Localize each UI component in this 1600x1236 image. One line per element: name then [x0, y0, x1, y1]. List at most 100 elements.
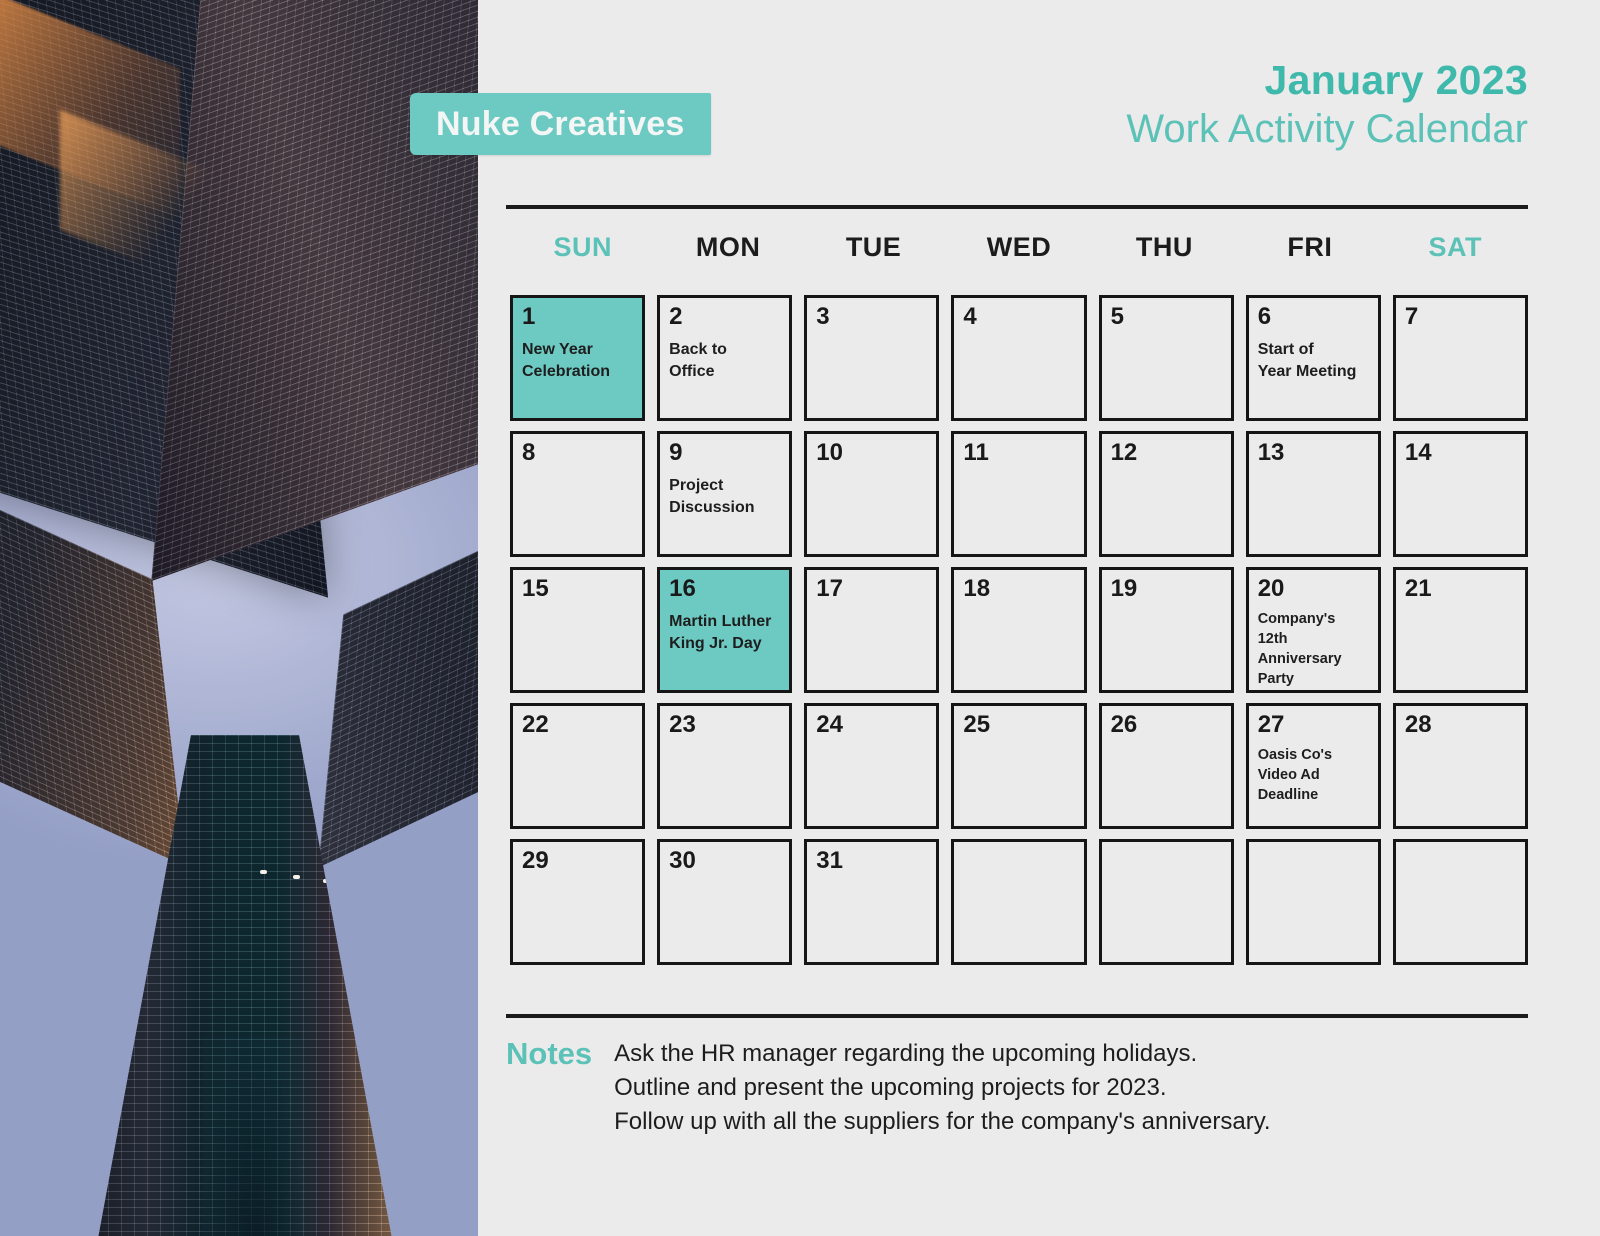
day-number: 31 [816, 847, 843, 874]
calendar-day-cell[interactable]: 13 [1245, 431, 1381, 557]
day-number: 14 [1404, 439, 1432, 466]
calendar-day-cell[interactable]: 30 [657, 839, 793, 965]
notes-lines: Ask the HR manager regarding the upcomin… [614, 1035, 1270, 1139]
calendar-grid: 1 New Year Celebration 2 Back to Office 3 4 5 6… [510, 295, 1528, 965]
weekday-thu: THU [1135, 232, 1193, 262]
calendar-empty-cell[interactable] [1098, 839, 1234, 965]
day-number: 10 [816, 439, 843, 466]
calendar-day-cell[interactable]: 24 [804, 703, 940, 829]
calendar-day-cell[interactable]: 4 [951, 295, 1087, 421]
day-number: 8 [522, 439, 536, 466]
weekday-header-row: SUN MON TUE WED THU FRI SAT [510, 232, 1528, 263]
day-number: 6 [1257, 303, 1272, 330]
calendar-subtitle: Work Activity Calendar [1126, 107, 1528, 152]
calendar-day-cell[interactable]: 14 [1392, 431, 1528, 557]
day-number: 28 [1404, 711, 1432, 738]
calendar-day-cell[interactable]: 25 [951, 703, 1087, 829]
weekday-tue: TUE [845, 232, 902, 262]
calendar-day-cell[interactable]: 2 Back to Office [657, 295, 793, 421]
day-number: 18 [963, 575, 991, 602]
day-number: 29 [522, 847, 549, 874]
day-number: 16 [669, 575, 696, 602]
weekday-sun: SUN [553, 232, 612, 262]
calendar-day-cell[interactable]: 15 [510, 567, 646, 693]
calendar-day-cell[interactable]: 29 [510, 839, 646, 965]
day-number: 5 [1110, 303, 1124, 330]
day-number: 20 [1257, 575, 1285, 602]
calendar-day-cell[interactable]: 11 [951, 431, 1087, 557]
day-event-label: Martin Luther King Jr. Day [669, 613, 772, 652]
day-number: 9 [669, 439, 683, 466]
calendar-content: Nuke Creatives January 2023 Work Activit… [410, 0, 1600, 1236]
note-line: Outline and present the upcoming project… [614, 1074, 1167, 1102]
calendar-day-cell[interactable]: 1 New Year Celebration [510, 295, 646, 421]
calendar-day-cell[interactable]: 26 [1098, 703, 1234, 829]
calendar-empty-cell[interactable] [951, 839, 1087, 965]
window-glint [293, 875, 300, 879]
calendar-empty-cell[interactable] [1392, 839, 1528, 965]
day-number: 19 [1110, 575, 1138, 602]
calendar-day-cell[interactable]: 31 [804, 839, 940, 965]
calendar-day-cell[interactable]: 19 [1098, 567, 1234, 693]
day-number: 11 [963, 439, 989, 466]
day-number: 21 [1404, 575, 1432, 602]
calendar-day-cell[interactable]: 22 [510, 703, 646, 829]
calendar-page: Nuke Creatives January 2023 Work Activit… [0, 0, 1600, 1236]
calendar-day-cell[interactable]: 17 [804, 567, 940, 693]
window-glint [260, 870, 267, 874]
brand-logo-text: Nuke Creatives [436, 104, 685, 143]
header-divider [506, 205, 1528, 209]
day-number: 4 [963, 303, 977, 330]
day-number: 13 [1257, 439, 1285, 466]
day-number: 7 [1404, 303, 1419, 330]
calendar-day-cell[interactable]: 28 [1392, 703, 1528, 829]
brand-logo-badge: Nuke Creatives [410, 93, 711, 155]
day-number: 30 [669, 847, 696, 874]
day-number: 26 [1110, 711, 1138, 738]
month-title: January 2023 [1264, 57, 1528, 103]
day-event-label: Company's 12th Anniversary Party [1257, 611, 1342, 688]
calendar-day-cell[interactable]: 10 [804, 431, 940, 557]
day-number: 12 [1110, 439, 1138, 466]
day-event-label: Project Discussion [669, 477, 755, 516]
calendar-day-cell[interactable]: 6 Start of Year Meeting [1245, 295, 1381, 421]
weekday-mon: MON [695, 232, 761, 262]
calendar-day-cell[interactable]: 8 [510, 431, 646, 557]
calendar-day-cell[interactable]: 23 [657, 703, 793, 829]
calendar-day-cell[interactable]: 12 [1098, 431, 1234, 557]
notes-section: Notes Ask the HR manager regarding the u… [506, 1035, 1271, 1139]
calendar-day-cell[interactable]: 18 [951, 567, 1087, 693]
day-event-label: Start of Year Meeting [1257, 341, 1357, 380]
day-number: 1 [522, 303, 536, 330]
weekday-wed: WED [986, 232, 1052, 262]
day-number: 25 [963, 711, 991, 738]
day-number: 22 [522, 711, 549, 738]
notes-divider [506, 1014, 1528, 1018]
day-number: 23 [669, 711, 696, 738]
day-event-label: Back to Office [669, 341, 727, 380]
weekday-sat: SAT [1428, 232, 1483, 262]
title-block: January 2023 Work Activity Calendar [1126, 58, 1528, 153]
calendar-day-cell[interactable]: 5 [1098, 295, 1234, 421]
day-number: 15 [522, 575, 549, 602]
day-event-label: New Year Celebration [522, 341, 611, 380]
calendar-day-cell[interactable]: 16 Martin Luther King Jr. Day [657, 567, 793, 693]
calendar-day-cell[interactable]: 3 [804, 295, 940, 421]
weekday-fri: FRI [1287, 232, 1333, 262]
day-number: 24 [816, 711, 843, 738]
day-number: 17 [816, 575, 843, 602]
calendar-day-cell[interactable]: 20 Company's 12th Anniversary Party [1245, 567, 1381, 693]
calendar-day-cell[interactable]: 7 [1392, 295, 1528, 421]
note-line: Follow up with all the suppliers for the… [614, 1108, 1271, 1136]
calendar-day-cell[interactable]: 27 Oasis Co's Video Ad Deadline [1245, 703, 1381, 829]
calendar-empty-cell[interactable] [1245, 839, 1381, 965]
day-number: 2 [669, 303, 683, 330]
notes-label: Notes [506, 1036, 593, 1071]
day-event-label: Oasis Co's Video Ad Deadline [1257, 747, 1333, 804]
note-line: Ask the HR manager regarding the upcomin… [614, 1040, 1198, 1067]
calendar-day-cell[interactable]: 21 [1392, 567, 1528, 693]
calendar-day-cell[interactable]: 9 Project Discussion [657, 431, 793, 557]
day-number: 3 [816, 303, 830, 330]
skyscraper-photo [0, 0, 478, 1236]
day-number: 27 [1257, 711, 1285, 738]
